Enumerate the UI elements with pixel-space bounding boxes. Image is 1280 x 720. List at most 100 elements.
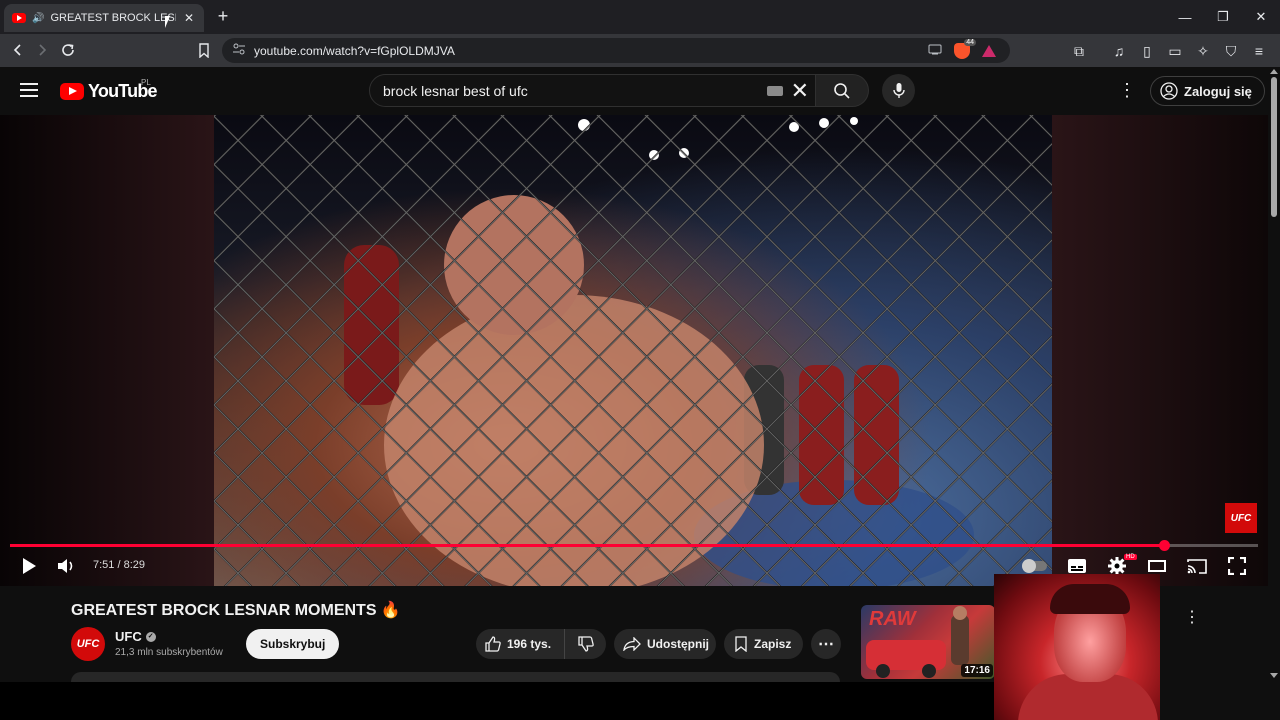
keyboard-icon[interactable] bbox=[766, 85, 783, 96]
reload-icon[interactable] bbox=[58, 40, 78, 60]
play-icon bbox=[23, 558, 36, 574]
audio-playing-icon[interactable]: 🔊 bbox=[32, 13, 44, 24]
brave-rewards-icon[interactable] bbox=[982, 45, 996, 57]
search-button[interactable] bbox=[816, 74, 869, 107]
save-button[interactable]: Zapisz bbox=[724, 629, 803, 659]
save-label: Zapisz bbox=[754, 637, 792, 651]
site-settings-icon[interactable] bbox=[232, 43, 246, 58]
video-scene-image bbox=[214, 115, 1052, 586]
webcam-person-hair bbox=[1050, 584, 1130, 614]
thumbs-down-icon bbox=[577, 636, 594, 652]
video-title: GREATEST BROCK LESNAR MOMENTS 🔥 bbox=[71, 600, 400, 620]
cast-button[interactable] bbox=[1186, 555, 1208, 577]
thumbs-up-icon bbox=[485, 636, 501, 652]
youtube-favicon-icon bbox=[12, 13, 26, 23]
time-display: 7:51 / 8:29 bbox=[93, 559, 145, 571]
channel-avatar-text: UFC bbox=[76, 638, 100, 650]
verified-badge-icon: ✓ bbox=[145, 631, 156, 642]
leo-ai-icon[interactable]: ✧ bbox=[1192, 40, 1214, 62]
brave-shields-icon[interactable] bbox=[954, 39, 976, 59]
recommended-more-icon[interactable]: ⋮ bbox=[1184, 607, 1200, 627]
cast-icon bbox=[1187, 559, 1207, 574]
progress-played bbox=[10, 544, 1165, 547]
autoplay-toggle[interactable] bbox=[1022, 559, 1047, 573]
like-button[interactable]: 196 tys. bbox=[476, 629, 564, 659]
back-icon[interactable] bbox=[8, 40, 28, 60]
webcam-overlay bbox=[994, 574, 1160, 720]
sign-in-label: Zaloguj się bbox=[1184, 83, 1252, 99]
search-icon bbox=[834, 82, 850, 99]
theater-icon bbox=[1148, 560, 1166, 572]
new-tab-icon[interactable]: + bbox=[214, 7, 232, 25]
settings-kebab-icon[interactable]: ⋮ bbox=[1118, 80, 1136, 100]
subscribe-button[interactable]: Subskrybuj bbox=[246, 629, 340, 659]
ufc-watermark-logo: UFC bbox=[1225, 503, 1257, 533]
progress-bar[interactable] bbox=[10, 540, 1258, 551]
scroll-down-arrow-icon[interactable] bbox=[1270, 673, 1278, 678]
video-title-text: GREATEST BROCK LESNAR MOMENTS bbox=[71, 602, 377, 619]
youtube-play-logo-icon bbox=[60, 83, 84, 100]
fullscreen-icon bbox=[1228, 557, 1246, 575]
like-count: 196 tys. bbox=[507, 637, 552, 651]
recommended-duration: 17:16 bbox=[961, 664, 993, 677]
sidebar-icon[interactable]: ▯ bbox=[1136, 40, 1158, 62]
channel-name[interactable]: UFC ✓ bbox=[115, 629, 156, 644]
minimize-icon[interactable]: — bbox=[1166, 0, 1204, 34]
menu-icon[interactable]: ≡ bbox=[1248, 40, 1270, 62]
player-blur-left bbox=[0, 115, 214, 586]
address-bar[interactable]: youtube.com/watch?v=fGplOLDMJVA bbox=[222, 38, 1010, 63]
wallet-icon[interactable]: ▭ bbox=[1164, 40, 1186, 62]
fire-emoji-icon: 🔥 bbox=[380, 602, 401, 619]
sign-in-button[interactable]: Zaloguj się bbox=[1150, 76, 1265, 106]
share-button[interactable]: Udostępnij bbox=[614, 629, 716, 659]
search-input[interactable]: brock lesnar best of ufc ✕ bbox=[369, 74, 816, 107]
volume-icon bbox=[58, 559, 73, 573]
guide-menu-icon[interactable] bbox=[20, 83, 38, 97]
more-actions-button[interactable]: ⋯ bbox=[811, 629, 841, 659]
microphone-icon bbox=[892, 83, 905, 98]
restore-icon[interactable]: ❐ bbox=[1204, 0, 1242, 34]
mouse-cursor-icon bbox=[165, 16, 170, 28]
recommended-video-thumbnail[interactable]: RAW 17:16 bbox=[861, 605, 995, 679]
dislike-button[interactable] bbox=[564, 629, 606, 659]
close-tab-icon[interactable]: ✕ bbox=[182, 11, 196, 25]
bookmark-icon[interactable] bbox=[194, 40, 214, 60]
scrollbar-thumb[interactable] bbox=[1271, 77, 1277, 217]
omnibox-actions bbox=[928, 39, 996, 60]
play-button[interactable] bbox=[18, 555, 40, 577]
youtube-header: YouTube PL brock lesnar best of ufc ✕ ⋮ … bbox=[0, 67, 1268, 115]
page-scrollbar[interactable] bbox=[1268, 67, 1280, 682]
screenshot-icon[interactable]: ⧉ bbox=[1068, 40, 1090, 62]
save-bookmark-icon bbox=[735, 636, 747, 652]
mute-button[interactable] bbox=[56, 555, 78, 577]
window-controls: — ❐ ✕ bbox=[1166, 0, 1280, 34]
toolbar-extensions: ⧉ ♫ ▯ ▭ ✧ ⛉ ≡ bbox=[1068, 40, 1270, 62]
search-query: brock lesnar best of ufc bbox=[383, 82, 528, 99]
channel-name-text: UFC bbox=[115, 629, 142, 644]
browser-toolbar: youtube.com/watch?v=fGplOLDMJVA ⧉ ♫ ▯ ▭ … bbox=[0, 34, 1280, 67]
bottom-strip bbox=[0, 682, 994, 720]
forward-icon[interactable] bbox=[32, 40, 52, 60]
voice-search-button[interactable] bbox=[882, 74, 915, 107]
subtitles-icon bbox=[1068, 559, 1086, 573]
media-icon[interactable]: ♫ bbox=[1108, 40, 1130, 62]
channel-avatar[interactable]: UFC bbox=[71, 627, 105, 661]
subscriber-count: 21,3 mln subskrybentów bbox=[115, 647, 223, 658]
browser-tab[interactable]: 🔊 GREATEST BROCK LESNAR M ✕ bbox=[4, 4, 204, 32]
cast-page-icon[interactable] bbox=[928, 42, 942, 60]
more-horizontal-icon: ⋯ bbox=[818, 636, 834, 653]
video-player[interactable]: UFC 7:51 / 8:29 HD bbox=[0, 115, 1268, 586]
svg-text:RAW: RAW bbox=[869, 608, 918, 630]
clear-search-icon[interactable]: ✕ bbox=[791, 79, 809, 102]
share-label: Udostępnij bbox=[647, 637, 709, 651]
share-icon bbox=[623, 637, 641, 651]
fullscreen-button[interactable] bbox=[1226, 555, 1248, 577]
url-text: youtube.com/watch?v=fGplOLDMJVA bbox=[254, 43, 455, 58]
browser-tab-strip: 🔊 GREATEST BROCK LESNAR M ✕ + — ❐ ✕ bbox=[0, 0, 1280, 34]
scroll-up-arrow-icon[interactable] bbox=[1270, 69, 1278, 74]
close-window-icon[interactable]: ✕ bbox=[1242, 0, 1280, 34]
video-frame[interactable] bbox=[214, 115, 1052, 586]
region-code: PL bbox=[141, 78, 151, 87]
account-icon bbox=[1160, 82, 1178, 100]
vpn-icon[interactable]: ⛉ bbox=[1220, 40, 1242, 62]
